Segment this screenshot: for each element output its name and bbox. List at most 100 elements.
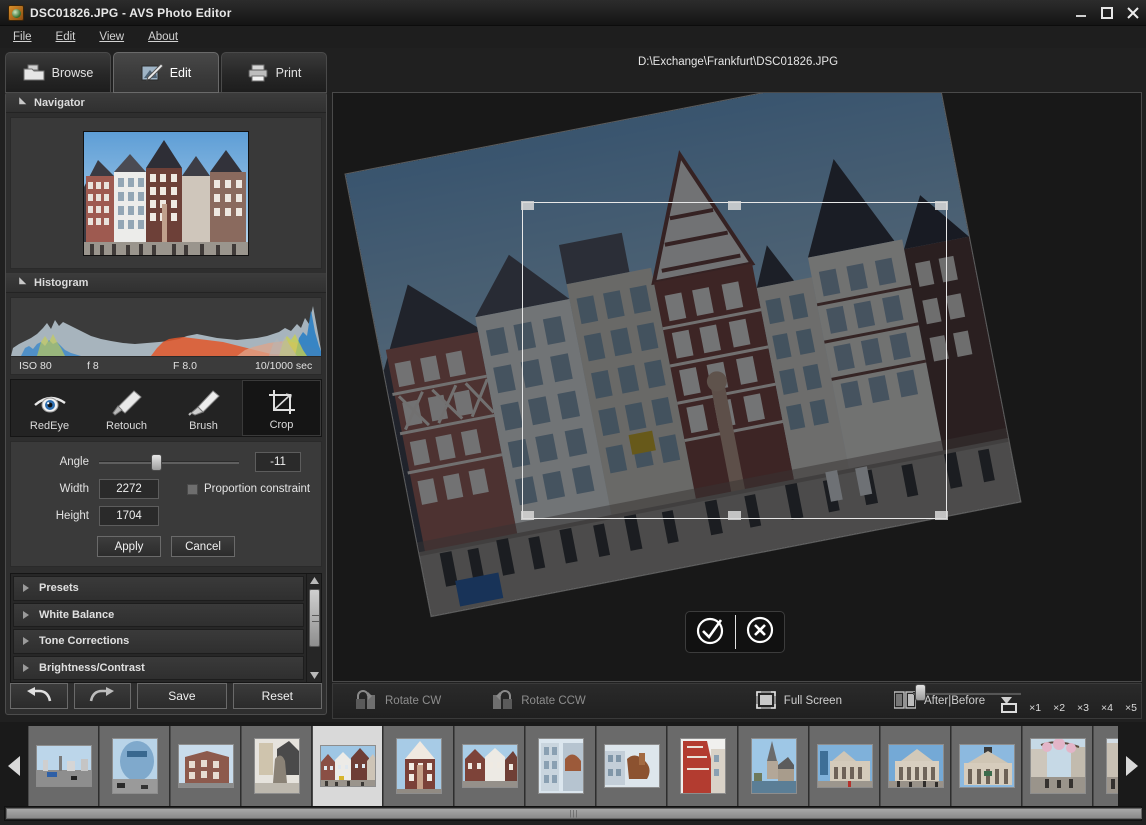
minimize-icon[interactable] [1074, 6, 1088, 20]
proportion-constraint-checkbox[interactable] [187, 484, 198, 495]
navigator-thumbnail[interactable] [83, 131, 249, 256]
crop-angle-value[interactable]: -11 [255, 452, 301, 472]
crop-cancel-button[interactable]: Cancel [171, 536, 235, 557]
zoom-tick-x4[interactable]: ×4 [1101, 702, 1113, 714]
thumb-alte-oper-pediment [959, 744, 1015, 788]
accordion-item-tone-corrections[interactable]: Tone Corrections [13, 629, 304, 654]
crop-settings-panel: Angle -11 Width 2272 Proportion constrai… [10, 441, 322, 567]
menu-view[interactable]: View [96, 29, 127, 45]
thumb-church-spire-river [751, 738, 797, 794]
view-toolbar: Rotate CW Rotate CCW Full S [332, 683, 1142, 719]
filmstrip-scrollbar[interactable]: ||| [4, 806, 1142, 821]
navigator-body [10, 117, 322, 269]
image-canvas[interactable] [332, 92, 1142, 682]
navigator-header[interactable]: Navigator [6, 93, 326, 113]
thumb-church-and-statue [254, 738, 300, 794]
tab-print[interactable]: Print [221, 52, 327, 93]
list-item[interactable] [383, 726, 454, 806]
menu-file[interactable]: File [10, 29, 35, 45]
redo-button[interactable] [74, 683, 132, 709]
app-logo-icon [8, 5, 24, 21]
thumb-roemerberg-square [320, 745, 376, 787]
undo-arrow-icon [25, 687, 53, 706]
zoom-slider-knob[interactable] [915, 684, 926, 701]
chevron-right-icon [23, 584, 29, 592]
filmstrip-next-button[interactable] [1118, 722, 1146, 810]
accordion-scrollbar[interactable] [306, 574, 321, 682]
filmstrip-prev-button[interactable] [0, 722, 28, 810]
list-item[interactable] [596, 726, 667, 806]
scroll-down-icon[interactable] [307, 669, 322, 682]
zoom-tick-x2[interactable]: ×2 [1053, 702, 1065, 714]
menu-edit[interactable]: Edit [53, 29, 79, 45]
list-item[interactable] [454, 726, 525, 806]
undo-button[interactable] [10, 683, 68, 709]
tool-retouch[interactable]: Retouch [88, 380, 165, 436]
rotate-ccw-label: Rotate CCW [521, 695, 586, 707]
list-item[interactable] [241, 726, 312, 806]
save-button[interactable]: Save [137, 683, 226, 709]
zoom-tick-x3[interactable]: ×3 [1077, 702, 1089, 714]
histogram-header[interactable]: Histogram [6, 273, 326, 293]
fit-to-window-icon[interactable] [1001, 703, 1017, 713]
list-item[interactable] [312, 726, 383, 806]
tool-brush[interactable]: Brush [165, 380, 242, 436]
accordion-label-white-balance: White Balance [39, 609, 114, 621]
list-item[interactable] [1093, 726, 1118, 806]
tool-crop-label: Crop [270, 419, 294, 431]
maximize-icon[interactable] [1100, 6, 1114, 20]
editor-action-bar: Save Reset [10, 682, 322, 710]
rotate-cw-button[interactable]: Rotate CW [355, 690, 441, 713]
list-item[interactable] [880, 726, 951, 806]
rotated-photo[interactable] [346, 92, 1021, 616]
crop-angle-slider[interactable] [99, 458, 239, 466]
crop-apply-button[interactable]: Apply [97, 536, 161, 557]
crop-height-input[interactable]: 1704 [99, 506, 159, 526]
zoom-tick-x1[interactable]: ×1 [1029, 702, 1041, 714]
thumb-corner-stone-building [178, 744, 234, 788]
tool-crop[interactable]: Crop [242, 380, 321, 436]
crop-icon [265, 389, 299, 417]
tab-edit[interactable]: Edit [113, 52, 219, 93]
filmstrip-track[interactable] [28, 726, 1118, 806]
scroll-up-icon[interactable] [307, 574, 322, 587]
list-item[interactable] [99, 726, 170, 806]
accordion-item-presets[interactable]: Presets [13, 576, 304, 601]
zoom-tick-x5[interactable]: ×5 [1125, 702, 1137, 714]
scrollbar-thumb[interactable] [309, 589, 320, 647]
list-item[interactable] [951, 726, 1022, 806]
tool-row: RedEye Retouch [10, 379, 322, 437]
crop-accept-button[interactable] [686, 614, 735, 651]
accordion-item-white-balance[interactable]: White Balance [13, 603, 304, 628]
tool-redeye-label: RedEye [30, 420, 69, 432]
list-item[interactable] [28, 726, 99, 806]
list-item[interactable] [738, 726, 809, 806]
slider-knob[interactable] [151, 454, 162, 471]
tab-browse[interactable]: Browse [5, 52, 111, 93]
list-item[interactable] [667, 726, 738, 806]
retouch-brush-icon [110, 390, 144, 418]
accordion-item-brightness-contrast[interactable]: Brightness/Contrast [13, 656, 304, 681]
proportion-constraint-label: Proportion constraint [204, 483, 310, 495]
zoom-slider-track [913, 692, 1021, 695]
thumb-blossom-street [1030, 738, 1086, 794]
adjustments-accordion: Presets White Balance Tone Corrections B… [10, 573, 322, 683]
crop-width-input[interactable]: 2272 [99, 479, 159, 499]
tool-redeye[interactable]: RedEye [11, 380, 88, 436]
crop-discard-button[interactable] [735, 614, 784, 651]
title-bar: DSC01826.JPG - AVS Photo Editor [0, 0, 1146, 26]
full-screen-button[interactable]: Full Screen [756, 691, 842, 712]
zoom-slider[interactable] [913, 688, 1021, 698]
list-item[interactable] [525, 726, 596, 806]
list-item[interactable] [1022, 726, 1093, 806]
close-icon[interactable] [1126, 6, 1140, 20]
mode-tabs: Browse Edit Print [5, 52, 327, 93]
menu-about[interactable]: About [145, 29, 181, 45]
filmstrip-scrollbar-thumb[interactable]: ||| [6, 808, 1142, 819]
zoom-tick-labels: ×1 ×2 ×3 ×4 ×5 [1001, 702, 1137, 714]
rotate-ccw-button[interactable]: Rotate CCW [491, 690, 586, 713]
list-item[interactable] [170, 726, 241, 806]
thumb-glass-office-building [112, 738, 158, 794]
reset-button[interactable]: Reset [233, 683, 322, 709]
list-item[interactable] [809, 726, 880, 806]
